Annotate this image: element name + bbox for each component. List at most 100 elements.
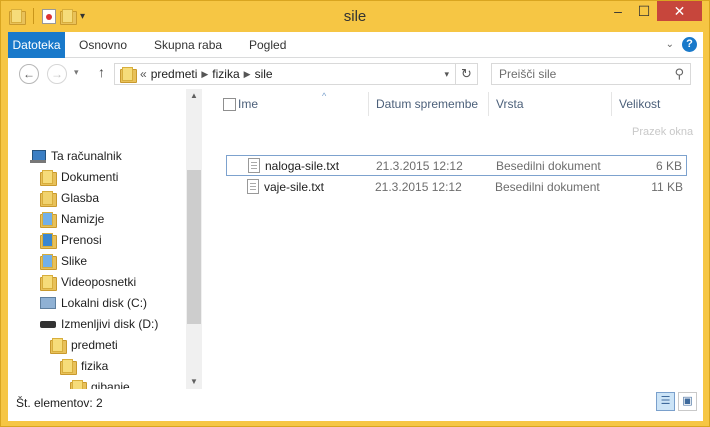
file-date: 21.3.2015 12:12 — [375, 180, 462, 194]
sort-ascending-icon: ^ — [322, 91, 327, 101]
address-bar[interactable]: « predmeti ▶ fizika ▶ sile ▾ ↻ — [114, 63, 478, 85]
ribbon-right-controls: ⌄ ? — [666, 37, 697, 52]
nav-item-label: Ta računalnik — [51, 149, 122, 163]
column-header-date[interactable]: Datum spremembe — [376, 89, 478, 119]
ribbon-tabs: Datoteka Osnovno Skupna raba Pogled ⌄ ? — [8, 32, 703, 58]
scroll-up-icon[interactable]: ▲ — [186, 91, 202, 100]
videos-folder-icon — [40, 275, 57, 291]
breadcrumb-fizika[interactable]: fizika — [212, 67, 239, 81]
nav-item-label: Namizje — [61, 212, 105, 226]
item-count: Št. elementov: 2 — [16, 396, 103, 410]
file-type: Besedilni dokument — [495, 180, 600, 194]
tab-view[interactable]: Pogled — [249, 32, 286, 58]
back-button[interactable]: ← — [19, 64, 39, 84]
tab-file[interactable]: Datoteka — [8, 32, 65, 58]
nav-item-label: Prenosi — [61, 233, 102, 247]
tab-home[interactable]: Osnovno — [79, 32, 127, 58]
column-header-name[interactable]: ^ Ime — [238, 89, 326, 119]
nav-item-label: Dokumenti — [61, 170, 119, 184]
nav-item-documents[interactable]: Dokumenti — [40, 167, 118, 187]
text-file-icon — [247, 179, 259, 194]
computer-icon — [30, 149, 46, 163]
up-button[interactable]: ↑ — [98, 64, 105, 80]
nav-item-videos[interactable]: Videoposnetki — [40, 272, 136, 292]
file-date: 21.3.2015 12:12 — [376, 159, 463, 173]
details-view-button[interactable]: ☰ — [656, 392, 675, 411]
music-folder-icon — [40, 191, 57, 207]
scroll-down-icon[interactable]: ▼ — [186, 377, 202, 386]
nav-item-label: Videoposnetki — [61, 275, 137, 289]
nav-item-desktop[interactable]: Namizje — [40, 209, 104, 229]
forward-button[interactable]: → — [47, 64, 67, 84]
breadcrumb-separator-icon[interactable]: ▶ — [201, 69, 208, 80]
nav-pane-scrollbar[interactable]: ▲ ▼ — [186, 89, 202, 389]
nav-item-fizika[interactable]: fizika — [60, 356, 108, 376]
nav-item-this-pc[interactable]: Ta računalnik — [30, 146, 122, 166]
expand-ribbon-icon[interactable]: ⌄ — [666, 39, 674, 50]
scrollbar-thumb[interactable] — [187, 170, 201, 324]
nav-item-label: predmeti — [71, 338, 118, 352]
folder-icon — [50, 338, 67, 354]
column-header-label: Ime — [238, 97, 259, 111]
close-button[interactable]: ✕ — [657, 1, 702, 21]
title-bar: ▾ sile – ☐ ✕ — [1, 1, 709, 32]
nav-item-label: Izmenljivi disk (D:) — [61, 317, 159, 331]
nav-item-label: Glasba — [61, 191, 100, 205]
search-input[interactable]: Preišči sile — [499, 67, 556, 81]
window-controls: – ☐ ✕ — [605, 1, 702, 21]
window-content: Datoteka Osnovno Skupna raba Pogled ⌄ ? … — [8, 32, 703, 421]
documents-folder-icon — [40, 170, 57, 186]
pictures-folder-icon — [40, 254, 57, 270]
column-divider[interactable] — [488, 92, 489, 116]
nav-item-downloads[interactable]: Prenosi — [40, 230, 102, 250]
maximize-button[interactable]: ☐ — [631, 1, 657, 21]
file-list-pane: ^ Ime Datum spremembe Vrsta Velikost Pra… — [208, 89, 703, 389]
column-header-size[interactable]: Velikost — [619, 89, 660, 119]
minimize-button[interactable]: – — [605, 1, 631, 21]
empty-area-hint: Prazek okna — [632, 126, 694, 138]
navigation-bar: ← → ▾ ↑ « predmeti ▶ fizika ▶ sile ▾ ↻ P… — [8, 59, 703, 89]
search-box[interactable]: Preišči sile ⚲ — [491, 63, 691, 85]
address-dropdown-icon[interactable]: ▾ — [444, 64, 449, 84]
window-title: sile — [343, 8, 367, 25]
status-bar: Št. elementov: 2 ☰ ▣ — [8, 389, 703, 421]
downloads-folder-icon — [40, 233, 57, 249]
breadcrumb-predmeti[interactable]: predmeti — [151, 67, 198, 81]
column-divider[interactable] — [368, 92, 369, 116]
folder-icon — [60, 359, 77, 375]
column-divider[interactable] — [611, 92, 612, 116]
removable-disk-icon — [40, 320, 56, 328]
desktop-folder-icon — [40, 212, 57, 228]
recent-locations-icon[interactable]: ▾ — [74, 67, 79, 78]
file-row[interactable]: naloga-sile.txt 21.3.2015 12:12 Besediln… — [226, 155, 687, 176]
large-icons-view-button[interactable]: ▣ — [678, 392, 697, 411]
breadcrumb-separator-icon[interactable]: ▶ — [244, 69, 251, 80]
select-all-checkbox[interactable] — [223, 98, 236, 111]
file-type: Besedilni dokument — [496, 159, 601, 173]
text-file-icon — [248, 158, 260, 173]
help-icon[interactable]: ? — [682, 37, 697, 52]
file-size: 6 KB — [655, 159, 682, 173]
nav-item-pictures[interactable]: Slike — [40, 251, 87, 271]
nav-item-label: Slike — [61, 254, 88, 268]
nav-item-music[interactable]: Glasba — [40, 188, 99, 208]
file-row[interactable]: vaje-sile.txt 21.3.2015 12:12 Besedilni … — [226, 177, 687, 198]
nav-item-removable-disk[interactable]: Izmenljivi disk (D:) — [40, 314, 158, 334]
column-header-type[interactable]: Vrsta — [496, 89, 524, 119]
address-overflow[interactable]: « — [140, 67, 147, 81]
breadcrumb-sile[interactable]: sile — [255, 67, 273, 81]
nav-item-predmeti[interactable]: predmeti — [50, 335, 118, 355]
file-size: 11 KB — [651, 180, 683, 194]
folder-icon — [120, 67, 137, 83]
tab-share[interactable]: Skupna raba — [154, 32, 222, 58]
navigation-pane: Ta računalnik Dokumenti Glasba Namizje P… — [8, 89, 203, 418]
nav-item-label: Lokalni disk (C:) — [61, 296, 148, 310]
nav-item-local-disk[interactable]: Lokalni disk (C:) — [40, 293, 147, 313]
file-name: naloga-sile.txt — [265, 159, 340, 173]
file-name: vaje-sile.txt — [264, 180, 325, 194]
refresh-icon[interactable]: ↻ — [455, 64, 477, 84]
nav-item-label: fizika — [81, 359, 109, 373]
search-icon[interactable]: ⚲ — [674, 64, 684, 84]
explorer-window: ▾ sile – ☐ ✕ Datoteka Osnovno Skupna rab… — [0, 0, 710, 427]
local-disk-icon — [40, 297, 56, 309]
